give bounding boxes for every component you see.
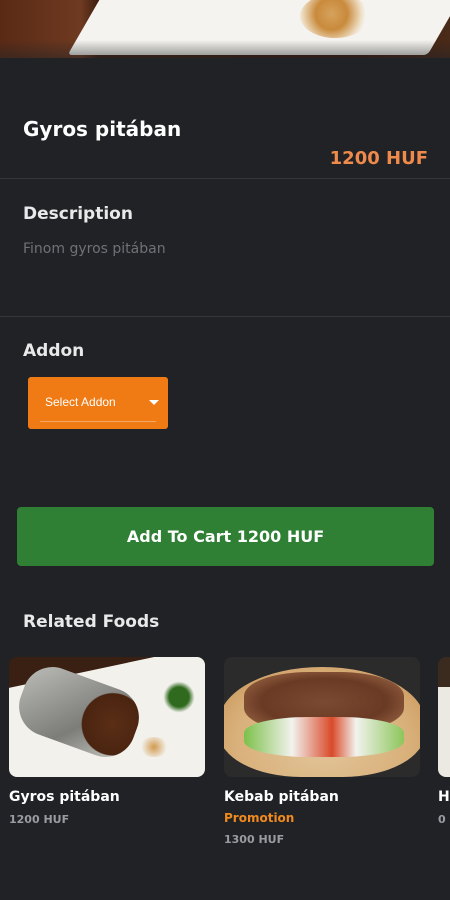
food-thumbnail [9, 657, 205, 777]
hero-fade [0, 40, 450, 58]
divider [0, 316, 450, 317]
add-to-cart-button[interactable]: Add To Cart 1200 HUF [17, 507, 434, 566]
addon-heading: Addon [23, 341, 85, 361]
product-price: 1200 HUF [329, 148, 428, 169]
food-price: 0 [438, 813, 446, 826]
addon-select-label: Select Addon [45, 395, 116, 409]
add-to-cart-label: Add To Cart 1200 HUF [126, 527, 325, 546]
addon-select[interactable]: Select Addon [28, 377, 168, 429]
related-food-card[interactable]: Gyros pitában 1200 HUF [9, 657, 205, 826]
description-text: Finom gyros pitában [23, 241, 166, 257]
description-heading: Description [23, 204, 133, 224]
food-name: H [438, 789, 450, 805]
food-price: 1300 HUF [224, 833, 285, 846]
food-price: 1200 HUF [9, 813, 70, 826]
food-name: Kebab pitában [224, 789, 339, 805]
promotion-badge: Promotion [224, 811, 295, 825]
product-title: Gyros pitában [23, 117, 182, 141]
food-name: Gyros pitában [9, 789, 120, 805]
food-thumbnail [438, 657, 450, 777]
select-underline [40, 421, 156, 422]
divider [0, 178, 450, 179]
food-thumbnail [224, 657, 420, 777]
related-food-card[interactable]: Kebab pitában Promotion 1300 HUF [224, 657, 420, 846]
chevron-down-icon [149, 400, 159, 405]
product-hero-image [0, 0, 450, 58]
related-food-card[interactable]: H 0 [438, 657, 450, 857]
related-foods-heading: Related Foods [23, 612, 160, 632]
